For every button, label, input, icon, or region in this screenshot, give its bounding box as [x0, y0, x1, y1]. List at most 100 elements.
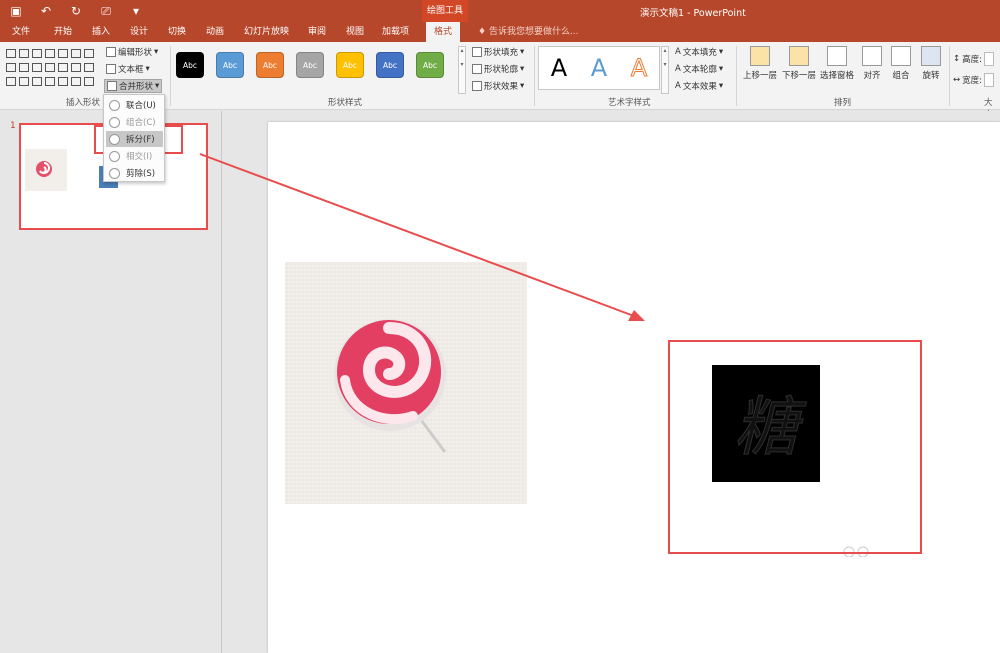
shape-effects-button[interactable]: 形状效果 ▾ [472, 80, 524, 92]
undo-icon[interactable]: ↶ [38, 3, 54, 19]
shape-icon[interactable] [30, 47, 42, 59]
slide-number: 1 [10, 121, 16, 131]
text-fill-button[interactable]: A 文本填充 ▾ [675, 46, 723, 58]
present-icon[interactable]: ⎚ [98, 3, 114, 19]
lightbulb-icon: ♦ [478, 27, 489, 37]
group-divider [736, 46, 737, 106]
tab-home[interactable]: 开始 [54, 22, 72, 42]
tab-format[interactable]: 格式 [426, 22, 461, 42]
shape-styles-gallery: Abc Abc Abc Abc Abc Abc Abc [176, 52, 444, 78]
lollipop-picture[interactable] [285, 262, 527, 504]
shape-icon[interactable] [69, 47, 81, 59]
style-swatch[interactable]: Abc [376, 52, 404, 78]
shape-icon[interactable] [43, 61, 55, 73]
result-highlight [668, 340, 922, 554]
shape-icon[interactable] [17, 61, 29, 73]
shape-icon[interactable] [43, 47, 55, 59]
text-effects-button[interactable]: A 文本效果 ▾ [675, 80, 723, 92]
bring-forward-button[interactable]: 上移一层 [740, 46, 780, 81]
shape-icon[interactable] [69, 75, 81, 87]
shape-outline-label: 形状轮廓 [484, 65, 519, 75]
intersect-icon [109, 150, 120, 162]
insert-shapes-group-label: 插入形状 [66, 98, 101, 108]
tab-addins[interactable]: 加载项 [382, 22, 409, 42]
shape-icon[interactable] [43, 75, 55, 87]
shape-icon[interactable] [82, 61, 94, 73]
text-box-icon [106, 64, 116, 74]
style-swatch[interactable]: Abc [176, 52, 204, 78]
bring-forward-label: 上移一层 [742, 71, 777, 81]
tell-me-search[interactable]: ♦ 告诉我您想要做什么... [478, 22, 579, 42]
menu-item-label: 剪除(S) [126, 169, 156, 179]
style-swatch[interactable]: Abc [336, 52, 364, 78]
wordart-sample[interactable]: A [630, 54, 647, 83]
union-icon [109, 99, 120, 111]
paint-bucket-icon [472, 47, 482, 57]
merge-shapes-button[interactable]: 合并形状 ▾ [104, 79, 163, 93]
redo-icon[interactable]: ↻ [68, 3, 84, 19]
customize-icon[interactable]: ▾ [128, 3, 144, 19]
menu-item-union[interactable]: 联合(U) [106, 97, 163, 113]
shape-fill-button[interactable]: 形状填充 ▾ [472, 46, 524, 58]
combine-icon [109, 116, 120, 128]
edit-shape-label: 编辑形状 [118, 48, 153, 58]
gallery-scroll[interactable]: ▴ ▾ [458, 46, 466, 94]
style-swatch[interactable]: Abc [256, 52, 284, 78]
send-backward-button[interactable]: 下移一层 [779, 46, 819, 81]
text-fill-icon: A [675, 47, 681, 57]
shapes-gallery[interactable] [4, 47, 94, 89]
shape-icon[interactable] [82, 75, 94, 87]
menu-item-label: 相交(I) [126, 152, 153, 162]
wordart-gallery: A A A [538, 46, 660, 90]
wordart-group-label: 艺术字样式 [608, 98, 651, 108]
menu-item-combine[interactable]: 组合(C) [106, 114, 163, 130]
style-swatch[interactable]: Abc [216, 52, 244, 78]
text-fill-label: 文本填充 [682, 48, 717, 58]
shape-icon[interactable] [4, 75, 16, 87]
shape-outline-button[interactable]: 形状轮廓 ▾ [472, 63, 524, 75]
selection-pane-button[interactable]: 选择窗格 [817, 46, 857, 81]
shape-icon[interactable] [82, 47, 94, 59]
shape-icon[interactable] [4, 47, 16, 59]
shape-icon[interactable] [17, 75, 29, 87]
height-input[interactable] [984, 52, 994, 66]
tab-review[interactable]: 审阅 [308, 22, 326, 42]
shape-icon[interactable] [17, 47, 29, 59]
tab-slideshow[interactable]: 幻灯片放映 [244, 22, 289, 42]
style-swatch[interactable]: Abc [296, 52, 324, 78]
tab-transitions[interactable]: 切换 [168, 22, 186, 42]
wordart-sample[interactable]: A [551, 54, 567, 82]
edit-shape-button[interactable]: 编辑形状 ▾ [106, 46, 158, 58]
wordart-scroll[interactable]: ▴ ▾ [661, 46, 669, 94]
height-icon: ↕ [953, 54, 961, 64]
text-box-button[interactable]: 文本框 ▾ [106, 63, 150, 75]
group-icon [891, 46, 911, 66]
subtract-icon [109, 167, 120, 179]
width-input[interactable] [984, 73, 994, 87]
tab-file[interactable]: 文件 [12, 22, 30, 42]
wordart-sample[interactable]: A [591, 54, 607, 82]
shape-icon[interactable] [56, 61, 68, 73]
tab-insert[interactable]: 插入 [92, 22, 110, 42]
rotate-button[interactable]: 旋转 [911, 46, 951, 81]
shape-icon[interactable] [56, 47, 68, 59]
tab-design[interactable]: 设计 [130, 22, 148, 42]
style-swatch[interactable]: Abc [416, 52, 444, 78]
menu-item-intersect[interactable]: 相交(I) [106, 148, 163, 164]
save-icon[interactable]: ▣ [8, 3, 24, 19]
shape-icon[interactable] [30, 61, 42, 73]
group-divider [949, 46, 950, 106]
shape-icon[interactable] [4, 61, 16, 73]
shape-icon[interactable] [30, 75, 42, 87]
shape-icon[interactable] [69, 61, 81, 73]
group-label: 组合 [892, 71, 910, 81]
shape-icon[interactable] [56, 75, 68, 87]
height-control: ↕ 高度: [953, 52, 994, 66]
tab-view[interactable]: 视图 [346, 22, 364, 42]
width-control: ↔ 宽度: [953, 73, 994, 87]
merge-shapes-label: 合并形状 [119, 82, 154, 92]
menu-item-subtract[interactable]: 剪除(S) [106, 165, 163, 181]
menu-item-fragment[interactable]: 拆分(F) [106, 131, 163, 147]
tab-animations[interactable]: 动画 [206, 22, 224, 42]
text-outline-button[interactable]: A 文本轮廓 ▾ [675, 63, 723, 75]
